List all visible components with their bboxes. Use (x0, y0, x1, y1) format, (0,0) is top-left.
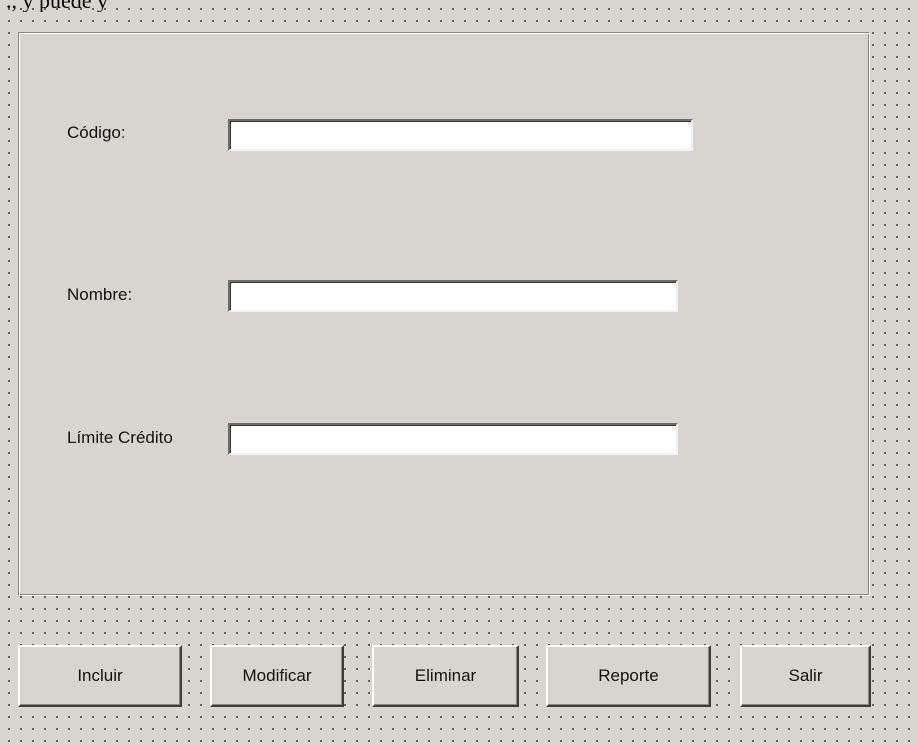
salir-button[interactable]: Salir (740, 645, 871, 707)
incluir-button[interactable]: Incluir (18, 645, 182, 707)
reporte-button[interactable]: Reporte (546, 645, 711, 707)
header-fragment-text: ., y puede y (6, 0, 108, 12)
form-panel: Código: Nombre: Límite Crédito (18, 32, 870, 596)
limite-credito-label: Límite Crédito (67, 428, 173, 447)
eliminar-button[interactable]: Eliminar (372, 645, 519, 707)
codigo-input[interactable] (228, 119, 693, 151)
cut-off-header-text: ., y puede y (0, 0, 918, 12)
modificar-button[interactable]: Modificar (210, 645, 344, 707)
nombre-label: Nombre: (67, 285, 133, 304)
nombre-input[interactable] (228, 280, 678, 312)
limite-credito-input[interactable] (228, 423, 678, 455)
codigo-label: Código: (67, 123, 126, 142)
